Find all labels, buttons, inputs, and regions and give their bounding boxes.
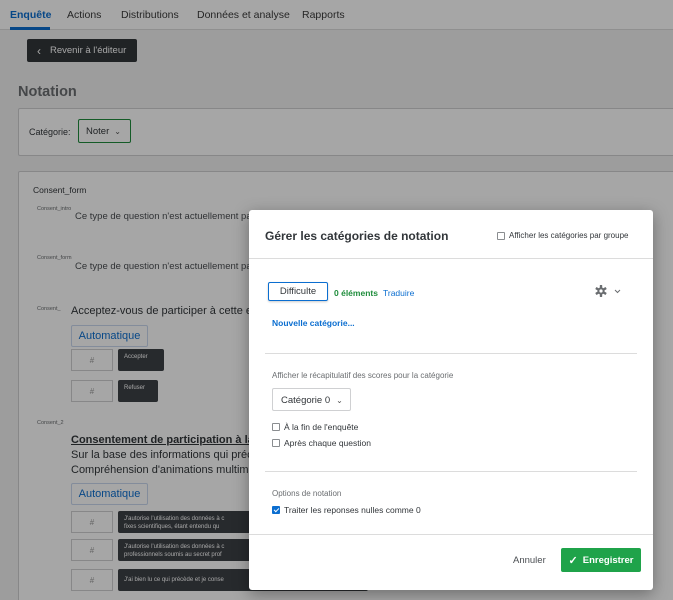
checkbox-label: À la fin de l'enquête: [284, 422, 359, 432]
checkbox-icon: [497, 231, 505, 240]
translate-link[interactable]: Traduire: [383, 288, 414, 298]
scoring-options-label: Options de notation: [272, 489, 342, 498]
show-categories-by-group-checkbox[interactable]: Afficher les catégories par groupe: [497, 231, 628, 240]
divider: [249, 258, 653, 259]
checkbox-icon: [272, 423, 280, 431]
checkbox-checked-icon: [272, 506, 280, 514]
divider: [265, 353, 637, 354]
treat-null-as-zero-checkbox[interactable]: Traiter les reponses nulles comme 0: [272, 505, 421, 515]
new-category-link[interactable]: Nouvelle catégorie...: [272, 318, 355, 328]
gear-icon: [595, 285, 621, 297]
divider: [265, 471, 637, 472]
scoring-categories-dialog: Gérer les catégories de notation Affiche…: [249, 210, 653, 590]
checkbox-label: Afficher les catégories par groupe: [509, 231, 629, 240]
show-after-each-question-checkbox[interactable]: Après chaque question: [272, 438, 371, 448]
divider: [249, 534, 653, 535]
save-button[interactable]: ✓ Enregistrer: [561, 548, 641, 572]
category-options-menu[interactable]: [594, 284, 624, 298]
checkbox-label: Après chaque question: [284, 438, 371, 448]
items-count: 0 éléments: [334, 288, 378, 298]
chevron-down-icon: ⌄: [336, 396, 343, 405]
cancel-button[interactable]: Annuler: [513, 555, 546, 566]
dialog-title: Gérer les catégories de notation: [265, 229, 449, 243]
save-button-label: Enregistrer: [582, 554, 634, 566]
summary-category-value: Catégorie 0: [281, 395, 331, 406]
summary-label: Afficher le récapitulatif des scores pou…: [272, 371, 454, 380]
summary-category-dropdown[interactable]: Catégorie 0 ⌄: [272, 388, 351, 411]
checkbox-label: Traiter les reponses nulles comme 0: [284, 505, 421, 515]
checkmark-icon: ✓: [568, 554, 578, 567]
category-name-field[interactable]: Difficulte: [268, 282, 328, 301]
checkbox-icon: [272, 439, 280, 447]
chevron-down-icon: [614, 289, 621, 294]
show-at-end-checkbox[interactable]: À la fin de l'enquête: [272, 422, 358, 432]
